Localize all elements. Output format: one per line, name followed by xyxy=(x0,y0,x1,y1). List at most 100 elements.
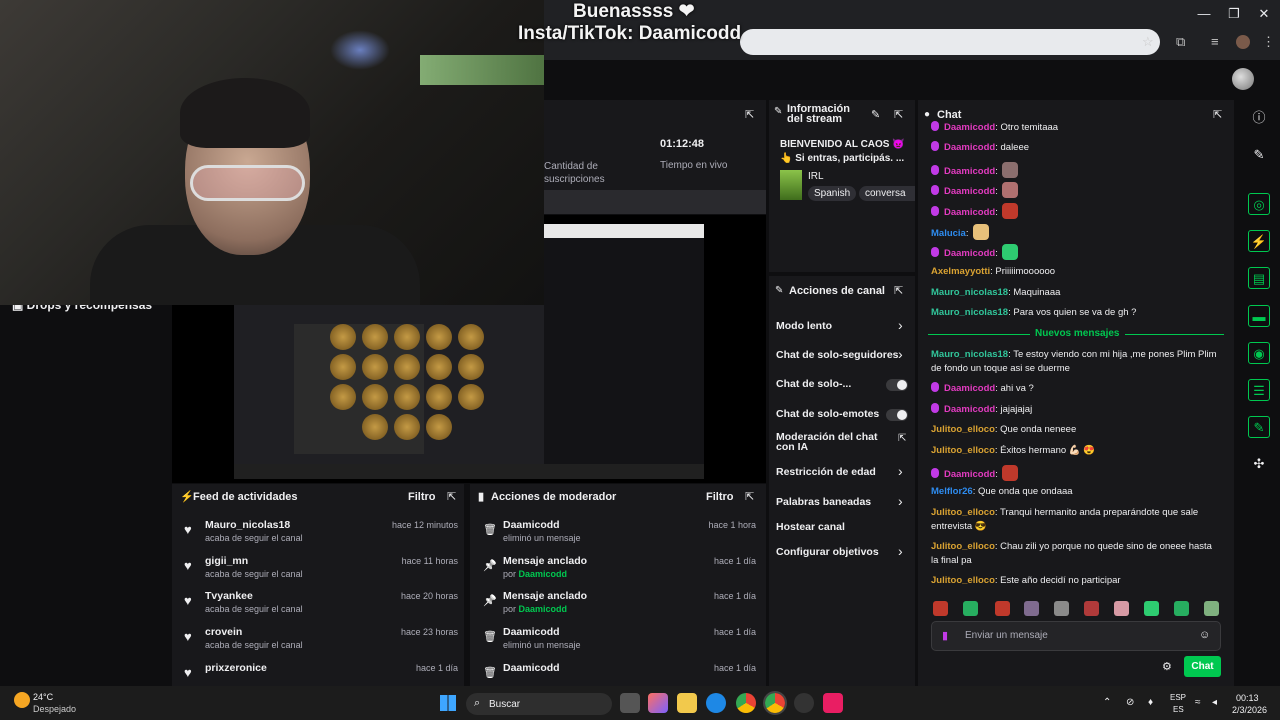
pencil-icon[interactable]: ✎ xyxy=(1248,144,1270,166)
chat-username[interactable]: Daamicodd xyxy=(944,469,995,480)
chevron-right-icon[interactable]: › xyxy=(898,346,903,362)
canal-item[interactable]: Restricción de edad xyxy=(776,466,876,478)
mod-action-title[interactable]: Daamicodd xyxy=(503,519,560,531)
chat-username[interactable]: Mauro_nicolas18 xyxy=(931,307,1008,318)
popout-icon[interactable]: ⇱ xyxy=(745,490,754,503)
chevron-right-icon[interactable]: › xyxy=(898,493,903,509)
close-icon[interactable]: ✕ xyxy=(1250,6,1278,22)
mod-by-user[interactable]: Daamicodd xyxy=(519,569,568,579)
chat-username[interactable]: Daamicodd xyxy=(944,207,995,218)
info-icon[interactable]: ⓘ xyxy=(1248,107,1270,129)
chat-username[interactable]: Daamicodd xyxy=(944,248,995,259)
edge-icon[interactable] xyxy=(706,693,726,713)
taskbar-search[interactable] xyxy=(466,693,612,715)
lang-secondary[interactable]: ES xyxy=(1173,705,1184,714)
chat-username[interactable]: Daamicodd xyxy=(944,142,995,153)
weather-icon[interactable] xyxy=(14,692,30,708)
mod-action-title[interactable]: Daamicodd xyxy=(503,626,560,638)
lang-primary[interactable]: ESP xyxy=(1170,693,1186,702)
chat-username[interactable]: Julitoo_elloco xyxy=(931,445,995,456)
camera-icon[interactable]: ◎ xyxy=(1248,193,1270,215)
lightning-icon[interactable]: ⚡ xyxy=(1248,230,1270,252)
canal-item[interactable]: Modo lento xyxy=(776,320,832,332)
list-icon[interactable]: ☰ xyxy=(1248,379,1270,401)
clock-time[interactable]: 00:13 xyxy=(1236,693,1259,703)
canal-item[interactable]: Chat de solo-seguidores xyxy=(776,349,899,361)
mic-icon[interactable]: ♦ xyxy=(1148,697,1153,708)
category-name[interactable]: IRL xyxy=(808,171,824,182)
canal-item[interactable]: Chat de solo-emotes xyxy=(776,408,879,420)
toggle-switch[interactable] xyxy=(886,409,908,421)
document-icon[interactable]: ▤ xyxy=(1248,267,1270,289)
chevron-right-icon[interactable]: › xyxy=(898,463,903,479)
star-icon[interactable]: ☆ xyxy=(1142,34,1154,50)
popout-icon[interactable]: ⇱ xyxy=(1213,108,1222,121)
chevron-up-icon[interactable]: ⌃ xyxy=(1103,697,1111,708)
category-thumbnail[interactable] xyxy=(780,170,802,200)
popout-icon[interactable]: ⇱ xyxy=(898,433,906,444)
more-icon[interactable]: ⋮ xyxy=(1262,34,1275,50)
chat-username[interactable]: Axelmayyotti xyxy=(931,266,990,277)
activity-user[interactable]: Mauro_nicolas18 xyxy=(205,519,290,531)
popout-icon[interactable]: ⇱ xyxy=(894,108,903,121)
avatar[interactable] xyxy=(1232,68,1254,90)
tag-conversa[interactable]: conversa xyxy=(859,186,915,201)
canal-item[interactable]: Chat de solo-... xyxy=(776,378,851,390)
mod-action-title[interactable]: Mensaje anclado xyxy=(503,555,587,567)
mod-action-title[interactable]: Daamicodd xyxy=(503,662,560,674)
send-chat-button[interactable]: Chat xyxy=(1184,656,1221,677)
badge-icon[interactable]: ▮ xyxy=(942,629,948,642)
clock-date[interactable]: 2/3/2026 xyxy=(1232,705,1267,715)
task-view-icon[interactable] xyxy=(620,693,640,713)
chat-username[interactable]: Daamicodd xyxy=(944,404,995,415)
chevron-right-icon[interactable]: › xyxy=(898,543,903,559)
chevron-right-icon[interactable]: › xyxy=(898,317,903,333)
minimize-icon[interactable]: — xyxy=(1190,6,1218,21)
chat-input-placeholder[interactable]: Enviar un mensaje xyxy=(965,630,1048,641)
chat-username[interactable]: Julitoo_elloco xyxy=(931,424,995,435)
mod-action-title[interactable]: Mensaje anclado xyxy=(503,590,587,602)
chat-username[interactable]: Julitoo_elloco xyxy=(931,507,995,518)
wifi-icon[interactable]: ≈ xyxy=(1195,697,1201,708)
chat-username[interactable]: Daamicodd xyxy=(944,383,995,394)
canal-item[interactable]: Configurar objetivos xyxy=(776,546,879,558)
address-bar[interactable] xyxy=(740,29,1160,55)
copilot-icon[interactable] xyxy=(648,693,668,713)
chat-username[interactable]: Mauro_nicolas18 xyxy=(931,287,1008,298)
wrench-icon[interactable]: ✎ xyxy=(1248,416,1270,438)
canal-item[interactable]: Moderación del chat con IA xyxy=(776,432,892,453)
maximize-icon[interactable]: ❐ xyxy=(1220,6,1248,22)
menu-list-icon[interactable]: ≡ xyxy=(1211,34,1219,49)
network-icon[interactable]: ⊘ xyxy=(1126,697,1134,708)
broadcast-icon[interactable]: ◉ xyxy=(1248,342,1270,364)
windows-start-icon[interactable] xyxy=(440,695,456,711)
tiktok-icon[interactable] xyxy=(823,693,843,713)
popout-icon[interactable]: ⇱ xyxy=(745,108,754,121)
mod-by-user[interactable]: Daamicodd xyxy=(519,604,568,614)
chat-username[interactable]: Daamicodd xyxy=(944,166,995,177)
chat-username[interactable]: Daamicodd xyxy=(944,122,995,133)
popout-icon[interactable]: ⇱ xyxy=(894,284,903,297)
activity-user[interactable]: crovein xyxy=(205,626,242,638)
chat-username[interactable]: Julitoo_elloco xyxy=(931,575,995,586)
obs-icon[interactable] xyxy=(794,693,814,713)
apps-icon[interactable]: ✣ xyxy=(1248,453,1270,475)
gear-icon[interactable]: ⚙ xyxy=(1162,660,1172,673)
chrome-icon[interactable] xyxy=(736,693,756,713)
chat-username[interactable]: Melflor26 xyxy=(931,486,973,497)
file-explorer-icon[interactable] xyxy=(677,693,697,713)
activity-user[interactable]: Tvyankee xyxy=(205,590,253,602)
extensions-icon[interactable]: ⧉ xyxy=(1176,34,1185,50)
chat-username[interactable]: Malucia xyxy=(931,228,966,239)
popout-icon[interactable]: ⇱ xyxy=(447,490,456,503)
tag-spanish[interactable]: Spanish xyxy=(808,186,857,201)
emoji-icon[interactable]: ☺ xyxy=(1199,629,1210,641)
toggle-switch[interactable] xyxy=(886,379,908,391)
canal-item[interactable]: Hostear canal xyxy=(776,521,845,533)
mod-filter-button[interactable]: Filtro xyxy=(706,491,734,503)
activity-user[interactable]: prixzeronice xyxy=(205,662,267,674)
chrome-active-icon[interactable] xyxy=(763,691,787,715)
edit-icon[interactable]: ✎ xyxy=(871,108,880,121)
chat-username[interactable]: Daamicodd xyxy=(944,186,995,197)
profile-icon[interactable] xyxy=(1236,35,1250,49)
